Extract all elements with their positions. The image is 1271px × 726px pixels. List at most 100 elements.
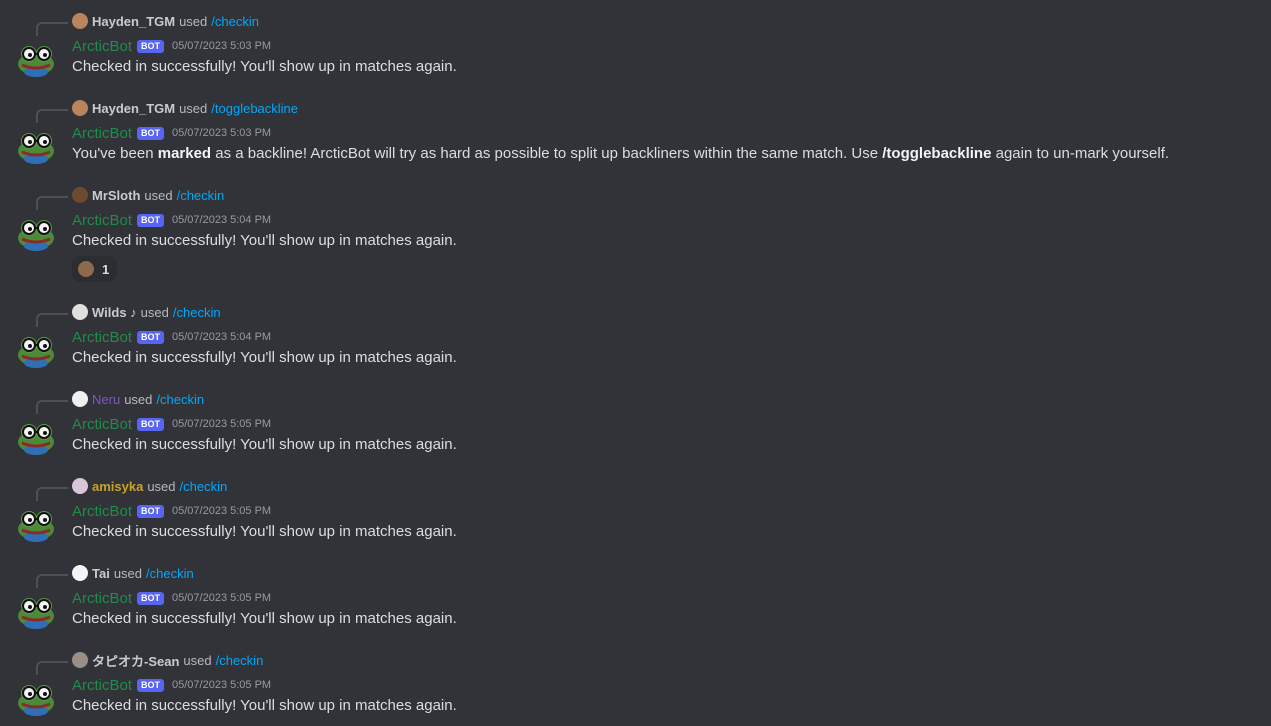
reply-reference[interactable]: Hayden_TGM used /togglebackline — [72, 99, 298, 117]
message-content: Checked in successfully! You'll show up … — [72, 697, 457, 714]
reply-connector — [36, 313, 68, 327]
reply-connector — [36, 196, 68, 210]
reply-connector — [36, 109, 68, 123]
reply-command[interactable]: /togglebackline — [211, 101, 298, 116]
reply-username[interactable]: タピオカ-Sean — [92, 651, 179, 670]
reply-used-text: used — [140, 304, 169, 320]
bot-username[interactable]: ArcticBot — [72, 125, 132, 142]
user-avatar-icon[interactable] — [72, 100, 88, 116]
sloth-icon — [78, 261, 94, 277]
bot-avatar-icon[interactable] — [16, 503, 56, 543]
reply-connector — [36, 487, 68, 501]
message: タピオカ-Sean used /checkin ArcticBot BOT 05… — [0, 639, 1271, 726]
reply-username[interactable]: MrSloth — [92, 188, 140, 203]
reply-command[interactable]: /checkin — [146, 566, 194, 581]
bot-badge: BOT — [137, 126, 165, 140]
text-segment: as a backline! ArcticBot will try as har… — [211, 145, 883, 162]
bot-badge: BOT — [137, 39, 165, 53]
reply-reference[interactable]: タピオカ-Sean used /checkin — [72, 651, 263, 669]
bot-badge: BOT — [137, 330, 165, 344]
bold-command-text: /togglebackline — [882, 145, 992, 162]
reply-username[interactable]: Hayden_TGM — [92, 14, 175, 29]
bot-avatar-icon[interactable] — [16, 38, 56, 78]
bot-avatar-icon[interactable] — [16, 677, 56, 717]
message-content: Checked in successfully! You'll show up … — [72, 610, 457, 627]
message: MrSloth used /checkin ArcticBot BOT 05/0… — [0, 174, 1271, 282]
bold-text: marked — [157, 145, 212, 162]
bot-avatar-icon[interactable] — [16, 590, 56, 630]
reply-username[interactable]: Neru — [92, 392, 120, 407]
timestamp[interactable]: 05/07/2023 5:05 PM — [172, 505, 271, 517]
message: Hayden_TGM used /togglebackline ArcticBo… — [0, 87, 1271, 174]
message: Wilds ♪ used /checkin ArcticBot BOT 05/0… — [0, 291, 1271, 378]
reply-reference[interactable]: Neru used /checkin — [72, 390, 204, 408]
message-content: Checked in successfully! You'll show up … — [72, 523, 457, 540]
reply-username[interactable]: Wilds ♪ — [92, 305, 137, 320]
reply-command[interactable]: /checkin — [216, 653, 264, 668]
text-segment: again to un-mark yourself. — [991, 145, 1170, 162]
reply-used-text: used — [144, 187, 173, 203]
user-avatar-icon[interactable] — [72, 187, 88, 203]
reply-command[interactable]: /checkin — [211, 14, 259, 29]
timestamp[interactable]: 05/07/2023 5:05 PM — [172, 418, 271, 430]
user-avatar-icon[interactable] — [72, 652, 88, 668]
reply-command[interactable]: /checkin — [180, 479, 228, 494]
bot-username[interactable]: ArcticBot — [72, 677, 132, 694]
reply-used-text: used — [183, 652, 212, 668]
reply-reference[interactable]: Wilds ♪ used /checkin — [72, 303, 221, 321]
bot-badge: BOT — [137, 213, 165, 227]
reply-connector — [36, 22, 68, 36]
reply-connector — [36, 400, 68, 414]
message-content: Checked in successfully! You'll show up … — [72, 436, 457, 453]
bot-username[interactable]: ArcticBot — [72, 212, 132, 229]
user-avatar-icon[interactable] — [72, 304, 88, 320]
reply-username[interactable]: Tai — [92, 566, 110, 581]
text-segment: You've been — [72, 145, 158, 162]
reply-used-text: used — [124, 391, 153, 407]
message-content: Checked in successfully! You'll show up … — [72, 349, 457, 366]
user-avatar-icon[interactable] — [72, 565, 88, 581]
bot-username[interactable]: ArcticBot — [72, 503, 132, 520]
reply-reference[interactable]: MrSloth used /checkin — [72, 186, 224, 204]
bot-avatar-icon[interactable] — [16, 329, 56, 369]
reply-command[interactable]: /checkin — [173, 305, 221, 320]
timestamp[interactable]: 05/07/2023 5:04 PM — [172, 331, 271, 343]
reply-reference[interactable]: amisyka used /checkin — [72, 477, 227, 495]
message: Neru used /checkin ArcticBot BOT 05/07/2… — [0, 378, 1271, 465]
bot-username[interactable]: ArcticBot — [72, 590, 132, 607]
timestamp[interactable]: 05/07/2023 5:03 PM — [172, 40, 271, 52]
bot-avatar-icon[interactable] — [16, 212, 56, 252]
user-avatar-icon[interactable] — [72, 391, 88, 407]
reply-reference[interactable]: Hayden_TGM used /checkin — [72, 12, 259, 30]
message-content: Checked in successfully! You'll show up … — [72, 232, 457, 249]
timestamp[interactable]: 05/07/2023 5:04 PM — [172, 214, 271, 226]
reply-command[interactable]: /checkin — [156, 392, 204, 407]
bot-username[interactable]: ArcticBot — [72, 329, 132, 346]
bot-username[interactable]: ArcticBot — [72, 416, 132, 433]
reply-used-text: used — [147, 478, 176, 494]
user-avatar-icon[interactable] — [72, 478, 88, 494]
message: amisyka used /checkin ArcticBot BOT 05/0… — [0, 465, 1271, 552]
reply-used-text: used — [179, 100, 208, 116]
bot-badge: BOT — [137, 504, 165, 518]
message-content: Checked in successfully! You'll show up … — [72, 58, 457, 75]
reply-connector — [36, 661, 68, 675]
reply-used-text: used — [179, 13, 208, 29]
message: Tai used /checkin ArcticBot BOT 05/07/20… — [0, 552, 1271, 639]
reply-connector — [36, 574, 68, 588]
reply-command[interactable]: /checkin — [177, 188, 225, 203]
timestamp[interactable]: 05/07/2023 5:03 PM — [172, 127, 271, 139]
reaction-button[interactable]: 1 — [72, 256, 118, 282]
user-avatar-icon[interactable] — [72, 13, 88, 29]
timestamp[interactable]: 05/07/2023 5:05 PM — [172, 592, 271, 604]
bot-avatar-icon[interactable] — [16, 416, 56, 456]
reply-username[interactable]: Hayden_TGM — [92, 101, 175, 116]
bot-avatar-icon[interactable] — [16, 125, 56, 165]
reply-reference[interactable]: Tai used /checkin — [72, 564, 194, 582]
bot-username[interactable]: ArcticBot — [72, 38, 132, 55]
message: Hayden_TGM used /checkin ArcticBot BOT 0… — [0, 0, 1271, 87]
bot-badge: BOT — [137, 678, 165, 692]
timestamp[interactable]: 05/07/2023 5:05 PM — [172, 679, 271, 691]
reply-username[interactable]: amisyka — [92, 479, 143, 494]
bot-badge: BOT — [137, 591, 165, 605]
